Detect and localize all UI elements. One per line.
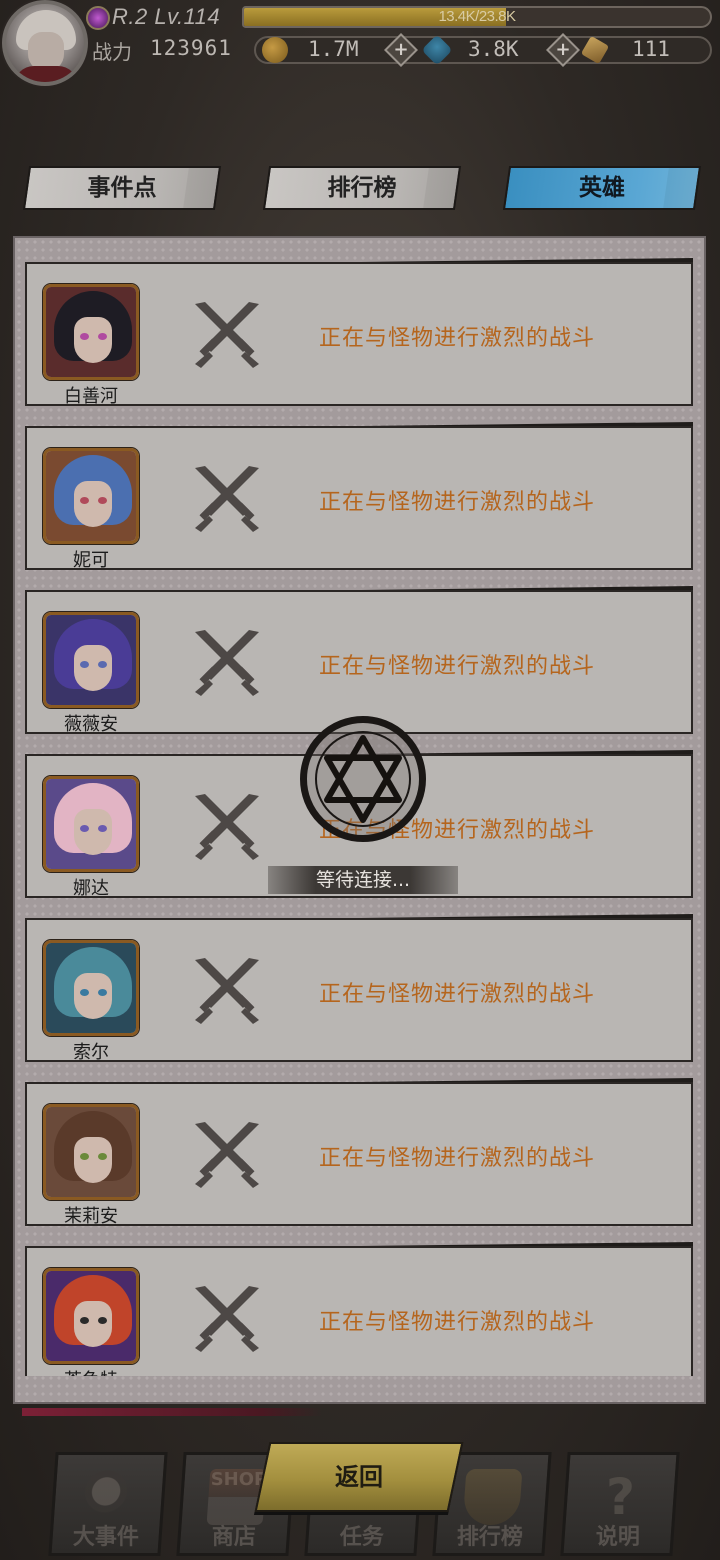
nav-label: 任务: [339, 1525, 384, 1550]
exp-text: 13.4K/23.8K: [438, 8, 516, 25]
hero-portrait[interactable]: [43, 284, 139, 380]
player-avatar[interactable]: [2, 0, 88, 86]
hero-portrait[interactable]: [43, 940, 139, 1036]
rank-level: R.2 Lv.114: [112, 4, 221, 29]
hero-status: 正在与怪物进行激烈的战斗: [319, 326, 596, 351]
hero-name: 茶鱼特: [27, 1366, 155, 1376]
hero-name: 白善河: [64, 386, 118, 407]
gem-value: 3.8K: [468, 37, 519, 61]
hero-portrait[interactable]: [43, 1104, 139, 1200]
hero-row[interactable]: 茶鱼特 正在与怪物进行激烈的战斗: [25, 1242, 693, 1376]
crossed-swords-icon: [195, 1122, 259, 1188]
magnifier-icon: [78, 1469, 139, 1525]
rank-gem-icon: [86, 6, 110, 30]
waiting-connection-text: 等待连接...: [268, 866, 458, 894]
scroll-value: 111: [632, 37, 670, 61]
gold-coin-icon: [262, 37, 288, 63]
hero-name: 索尔: [73, 1042, 109, 1063]
trophy-icon: [462, 1469, 523, 1525]
hero-row[interactable]: 白善河 正在与怪物进行激烈的战斗: [25, 258, 693, 407]
nav-label: 商店: [211, 1525, 256, 1550]
nav-label: 大事件: [72, 1525, 139, 1550]
top-bar: R.2 Lv.114 13.4K/23.8K 战力 123961 1.7M + …: [0, 0, 720, 86]
hero-card: 索尔 正在与怪物进行激烈的战斗: [25, 918, 693, 1063]
tab-label: 排行榜: [327, 175, 397, 201]
crossed-swords-icon: [195, 794, 259, 860]
back-label: 返回: [335, 1463, 383, 1491]
nav-help[interactable]: ? 说明: [560, 1452, 680, 1556]
nav-label: 说明: [595, 1525, 640, 1550]
hero-portrait[interactable]: [43, 612, 139, 708]
hexagram-icon: [324, 735, 402, 823]
hero-card: 薇薇安 正在与怪物进行激烈的战斗: [25, 590, 693, 735]
exp-bar: 13.4K/23.8K: [242, 6, 712, 28]
tab-ranking[interactable]: 排行榜: [262, 166, 462, 210]
gold-value: 1.7M: [308, 37, 359, 61]
hero-card: 妮可 正在与怪物进行激烈的战斗: [25, 426, 693, 571]
hero-row[interactable]: 茉莉安 正在与怪物进行激烈的战斗: [25, 1078, 693, 1227]
hero-row[interactable]: 索尔 正在与怪物进行激烈的战斗: [25, 914, 693, 1063]
hero-name: 娜达: [73, 878, 109, 899]
hero-row[interactable]: 薇薇安 正在与怪物进行激烈的战斗: [25, 586, 693, 735]
hero-card: 茶鱼特 正在与怪物进行激烈的战斗: [25, 1246, 693, 1376]
hero-portrait[interactable]: [43, 448, 139, 544]
hero-name: 妮可: [73, 550, 109, 571]
hero-row[interactable]: 妮可 正在与怪物进行激烈的战斗: [25, 422, 693, 571]
hero-status: 正在与怪物进行激烈的战斗: [319, 654, 596, 679]
hero-portrait[interactable]: [43, 1268, 139, 1364]
nav-big-events[interactable]: 大事件: [48, 1452, 168, 1556]
plus-icon: +: [393, 39, 409, 60]
tab-event-points[interactable]: 事件点: [22, 166, 222, 210]
power-value: 123961: [150, 36, 232, 60]
tab-heroes[interactable]: 英雄: [502, 166, 702, 210]
crossed-swords-icon: [195, 958, 259, 1024]
power-label: 战力: [92, 40, 132, 64]
back-button[interactable]: 返回: [254, 1442, 464, 1512]
crossed-swords-icon: [195, 466, 259, 532]
nav-label: 排行榜: [456, 1525, 523, 1550]
plus-icon: +: [555, 39, 571, 60]
hero-name: 薇薇安: [64, 714, 118, 735]
tab-label: 英雄: [579, 175, 625, 201]
hero-status: 正在与怪物进行激烈的战斗: [319, 982, 596, 1007]
crossed-swords-icon: [195, 1286, 259, 1352]
divider: [22, 1408, 322, 1416]
question-icon: ?: [605, 1468, 635, 1526]
hero-portrait[interactable]: [43, 776, 139, 872]
tab-label: 事件点: [87, 175, 157, 201]
crossed-swords-icon: [195, 302, 259, 368]
hero-status: 正在与怪物进行激烈的战斗: [319, 490, 596, 515]
hero-card: 茉莉安 正在与怪物进行激烈的战斗: [25, 1082, 693, 1227]
crossed-swords-icon: [195, 630, 259, 696]
hero-card: 白善河 正在与怪物进行激烈的战斗: [25, 262, 693, 407]
hero-status: 正在与怪物进行激烈的战斗: [319, 1146, 596, 1171]
hero-name: 茉莉安: [64, 1206, 118, 1227]
hero-status: 正在与怪物进行激烈的战斗: [319, 1310, 596, 1335]
